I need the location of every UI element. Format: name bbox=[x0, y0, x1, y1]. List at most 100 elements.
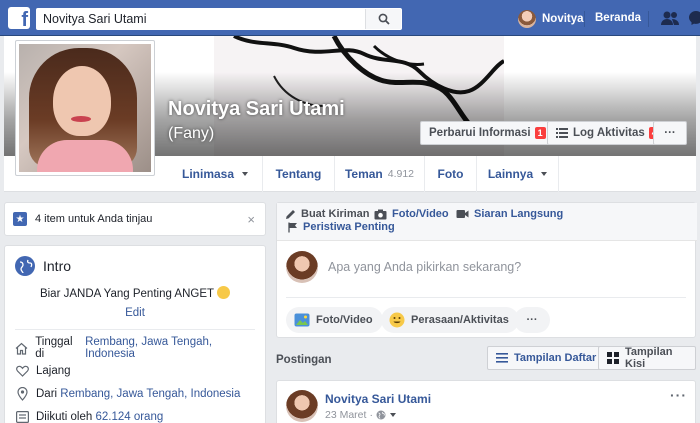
top-user-name: Novitya bbox=[542, 13, 584, 25]
review-items-card[interactable]: ★ 4 item untuk Anda tinjau × bbox=[4, 202, 266, 236]
divider bbox=[584, 11, 585, 27]
intro-lives-in: Tinggal di Rembang, Jawa Tengah, Indones… bbox=[15, 336, 255, 360]
from-prefix: Dari bbox=[36, 388, 58, 400]
star-icon: ★ bbox=[13, 212, 27, 226]
photo-icon bbox=[294, 313, 310, 327]
feeling-activity-button[interactable]: Perasaan/Aktivitas bbox=[381, 307, 519, 333]
tab-photos[interactable]: Foto bbox=[425, 156, 477, 192]
composer-input[interactable]: Apa yang Anda pikirkan sekarang? bbox=[328, 260, 521, 274]
profile-picture[interactable] bbox=[15, 40, 155, 176]
tab-live-label: Siaran Langsung bbox=[474, 208, 564, 220]
avatar bbox=[286, 251, 318, 283]
search-icon bbox=[378, 13, 390, 25]
list-icon bbox=[556, 128, 568, 138]
post-author[interactable]: Novitya Sari Utami bbox=[325, 392, 431, 406]
avatar[interactable] bbox=[286, 390, 318, 422]
search-box bbox=[36, 8, 402, 30]
facebook-logo-icon[interactable]: f bbox=[8, 7, 30, 29]
update-info-label: Perbarui Informasi bbox=[429, 127, 531, 139]
lives-place-link[interactable]: Rembang, Jawa Tengah, Indonesia bbox=[85, 336, 255, 360]
messenger-icon[interactable] bbox=[688, 10, 700, 26]
top-profile-link[interactable]: Novitya bbox=[518, 8, 584, 30]
grid-view-label: Tampilan Kisi bbox=[625, 346, 673, 370]
profile-name[interactable]: Novitya Sari Utami bbox=[168, 98, 345, 121]
more-label: ··· bbox=[664, 127, 676, 139]
home-icon bbox=[15, 341, 28, 355]
tab-timeline[interactable]: Linimasa bbox=[168, 156, 263, 192]
post-options-icon[interactable]: ··· bbox=[670, 387, 687, 403]
bio-label: Biar JANDA Yang Penting ANGET bbox=[39, 288, 215, 300]
intro-relationship: Lajang bbox=[15, 361, 255, 381]
tab-about[interactable]: Tentang bbox=[263, 156, 335, 192]
tab-live-video[interactable]: Siaran Langsung bbox=[456, 208, 563, 220]
caret-down-icon bbox=[541, 172, 548, 176]
bio-text: Biar JANDA Yang Penting ANGET bbox=[15, 286, 255, 300]
avatar bbox=[518, 10, 536, 28]
from-place-link[interactable]: Rembang, Jawa Tengah, Indonesia bbox=[60, 388, 240, 400]
tab-label: Linimasa bbox=[181, 167, 235, 181]
update-info-badge: 1 bbox=[534, 127, 546, 139]
video-camera-icon bbox=[456, 209, 469, 219]
post-meta: 23 Maret · bbox=[325, 409, 396, 421]
grid-view-icon bbox=[607, 352, 619, 364]
privacy-globe-icon[interactable] bbox=[376, 410, 386, 420]
photo-video-label: Foto/Video bbox=[316, 314, 373, 326]
tab-create-label: Buat Kiriman bbox=[301, 208, 370, 220]
followers-icon bbox=[15, 410, 29, 423]
home-link[interactable]: Beranda bbox=[595, 12, 641, 24]
tab-create-post[interactable]: Buat Kiriman bbox=[285, 208, 369, 220]
smiley-icon bbox=[389, 312, 405, 328]
post-card: Novitya Sari Utami 23 Maret · ··· bbox=[276, 380, 696, 423]
post-date[interactable]: 23 Maret bbox=[325, 409, 366, 421]
heart-icon bbox=[15, 364, 29, 378]
search-button[interactable] bbox=[365, 9, 401, 29]
activity-log-button[interactable]: Log Aktivitas 4 bbox=[547, 121, 669, 145]
composer-more-label: ··· bbox=[526, 314, 538, 326]
lives-prefix: Tinggal di bbox=[35, 336, 73, 360]
tab-event-label: Peristiwa Penting bbox=[303, 221, 395, 233]
followed-prefix: Diikuti oleh bbox=[36, 411, 93, 423]
tab-more[interactable]: Lainnya bbox=[477, 156, 559, 192]
composer-tabs: Buat Kiriman Foto/Video Siaran Langsung … bbox=[277, 203, 697, 241]
composer-more-button[interactable]: ··· bbox=[514, 307, 550, 333]
activity-log-label: Log Aktivitas bbox=[573, 127, 645, 139]
post-composer: Buat Kiriman Foto/Video Siaran Langsung … bbox=[276, 202, 697, 338]
globe-icon bbox=[15, 256, 35, 276]
edit-bio-link[interactable]: Edit bbox=[15, 307, 255, 319]
search-input[interactable] bbox=[37, 9, 367, 29]
caret-down-icon[interactable] bbox=[389, 413, 396, 417]
tab-label: Foto bbox=[437, 167, 464, 181]
grid-view-button[interactable]: Tampilan Kisi bbox=[598, 346, 696, 370]
pencil-icon bbox=[285, 209, 296, 220]
tab-photo-video[interactable]: Foto/Video bbox=[374, 208, 449, 220]
divider bbox=[648, 11, 649, 27]
tab-label: Teman bbox=[344, 167, 383, 181]
review-text: 4 item untuk Anda tinjau bbox=[35, 213, 153, 225]
tab-label: Tentang bbox=[275, 167, 322, 181]
tab-friends[interactable]: Teman 4.912 bbox=[335, 156, 425, 192]
intro-followers: Diikuti oleh 62.124 orang bbox=[15, 407, 255, 423]
list-view-button[interactable]: Tampilan Daftar bbox=[487, 346, 606, 370]
friend-requests-icon[interactable] bbox=[660, 10, 680, 26]
list-view-label: Tampilan Daftar bbox=[514, 352, 597, 364]
posts-label: Postingan bbox=[276, 354, 332, 366]
photo-video-button[interactable]: Foto/Video bbox=[286, 307, 383, 333]
grin-emoji-icon bbox=[217, 286, 231, 299]
friends-count: 4.912 bbox=[387, 168, 415, 180]
posts-header: Postingan Tampilan Daftar Tampilan Kisi bbox=[276, 346, 696, 372]
followers-count-link[interactable]: 62.124 orang bbox=[95, 411, 163, 423]
profile-nickname: (Fany) bbox=[168, 125, 215, 142]
top-navigation-bar: f Novitya Beranda bbox=[0, 0, 700, 36]
intro-title: Intro bbox=[43, 258, 72, 274]
location-pin-icon bbox=[15, 387, 29, 401]
close-icon[interactable]: × bbox=[247, 212, 255, 227]
more-options-button[interactable]: ··· bbox=[653, 121, 687, 145]
divider bbox=[286, 297, 686, 298]
tab-life-event[interactable]: Peristiwa Penting bbox=[288, 221, 395, 233]
intro-card: Intro Biar JANDA Yang Penting ANGET Edit… bbox=[4, 245, 266, 423]
intro-from: Dari Rembang, Jawa Tengah, Indonesia bbox=[15, 384, 255, 404]
divider bbox=[15, 329, 255, 330]
update-info-button[interactable]: Perbarui Informasi 1 bbox=[420, 121, 555, 145]
tab-photo-label: Foto/Video bbox=[392, 208, 449, 220]
camera-icon bbox=[374, 209, 387, 220]
